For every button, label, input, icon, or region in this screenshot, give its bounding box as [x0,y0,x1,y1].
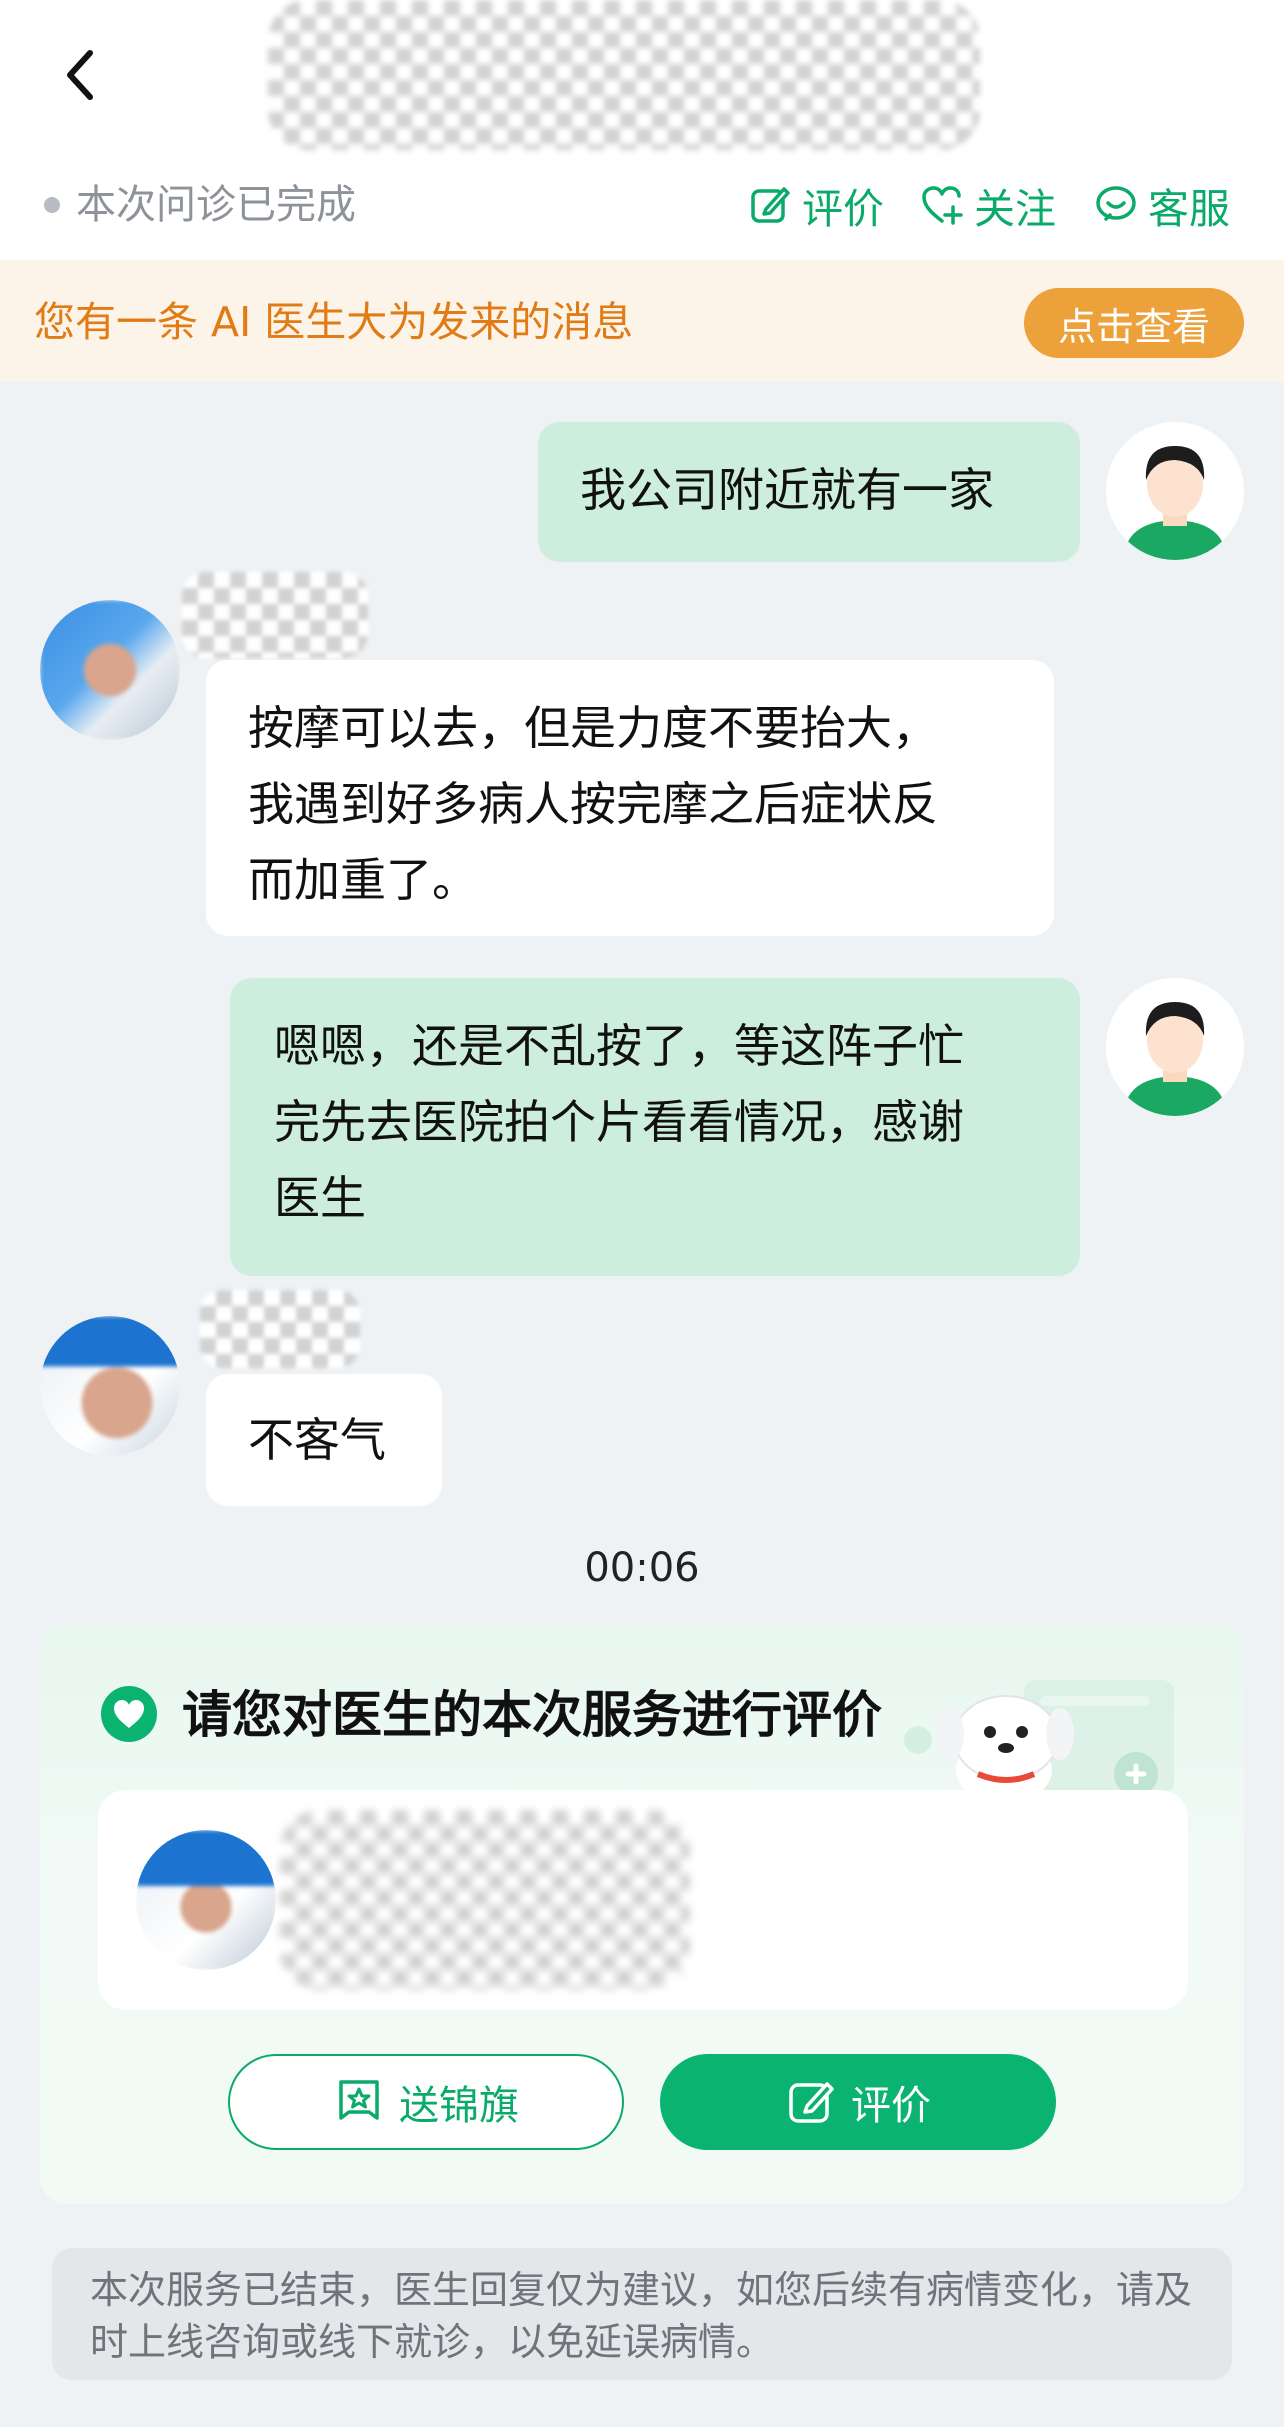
notice-text: 您有一条 AI 医生大为发来的消息 [34,298,634,346]
doctor-name-mosaic [182,572,368,658]
rate-action[interactable]: 评价 [748,178,884,233]
service-disclaimer: 本次服务已结束，医生回复仅为建议，如您后续有病情变化，请及时上线咨询或线下就诊，… [52,2248,1232,2380]
doctor-avatar[interactable] [40,600,180,740]
doctor-message: 按摩可以去，但是力度不要抬大， 我遇到好多病人按完摩之后症状反 而加重了。 [206,660,1054,936]
back-button[interactable] [50,40,110,110]
chevron-left-icon [67,50,93,100]
doctor-card-avatar [136,1830,276,1970]
rate-action-label: 评价 [802,185,884,233]
service-icon [1096,186,1136,221]
patient-avatar[interactable] [1106,978,1244,1116]
rate-button-label: 评价 [851,2083,931,2129]
patient-message: 嗯嗯，还是不乱按了，等这阵子忙 完先去医院拍个片看看情况，感谢 医生 [230,978,1080,1276]
heart-badge-icon [101,1686,157,1742]
doctor-photo [40,1316,180,1456]
doctor-photo [136,1830,276,1970]
patient-avatar[interactable] [1106,422,1244,560]
follow-action-label: 关注 [974,185,1056,233]
follow-action[interactable]: 关注 [920,178,1056,233]
message-line: 而加重了。 [248,853,478,907]
doctor-photo [40,600,180,740]
patient-message: 我公司附近就有一家 [538,422,1080,562]
doctor-name-mosaic [200,1290,360,1368]
customer-service-action[interactable]: 客服 [1094,178,1230,233]
user-avatar-icon [1124,1002,1226,1116]
doctor-avatar[interactable] [40,1316,180,1456]
banner-icon [339,2080,379,2120]
message-line: 完先去医院拍个片看看情况，感谢 [274,1095,964,1149]
user-avatar-icon [1124,446,1226,560]
rating-title: 请您对医生的本次服务进行评价 [182,1686,882,1744]
view-message-button[interactable]: 点击查看 [1024,288,1244,358]
doctor-message: 不客气 [206,1374,442,1506]
edit-icon [789,2082,834,2123]
consultation-status: 本次问诊已完成 [76,182,356,228]
status-dot-icon [44,197,60,213]
message-line: 我遇到好多病人按完摩之后症状反 [248,777,938,831]
message-timestamp: 00:06 [584,1545,700,1591]
title-mosaic [268,0,980,150]
message-line: 医生 [274,1171,366,1225]
heart-plus-icon [922,186,963,225]
send-banner-label: 送锦旗 [399,2083,519,2129]
message-line: 嗯嗯，还是不乱按了，等这阵子忙 [274,1019,964,1073]
message-line: 按摩可以去，但是力度不要抬大， [248,701,938,755]
customer-service-label: 客服 [1148,185,1230,233]
mascot-illustration [904,1680,1174,1794]
rate-button[interactable]: 评价 [660,2054,1056,2150]
message-text: 不客气 [248,1413,386,1467]
doctor-info-mosaic [280,1810,690,1990]
send-banner-button[interactable]: 送锦旗 [228,2054,624,2150]
message-text: 我公司附近就有一家 [580,463,994,517]
edit-icon [751,187,790,223]
